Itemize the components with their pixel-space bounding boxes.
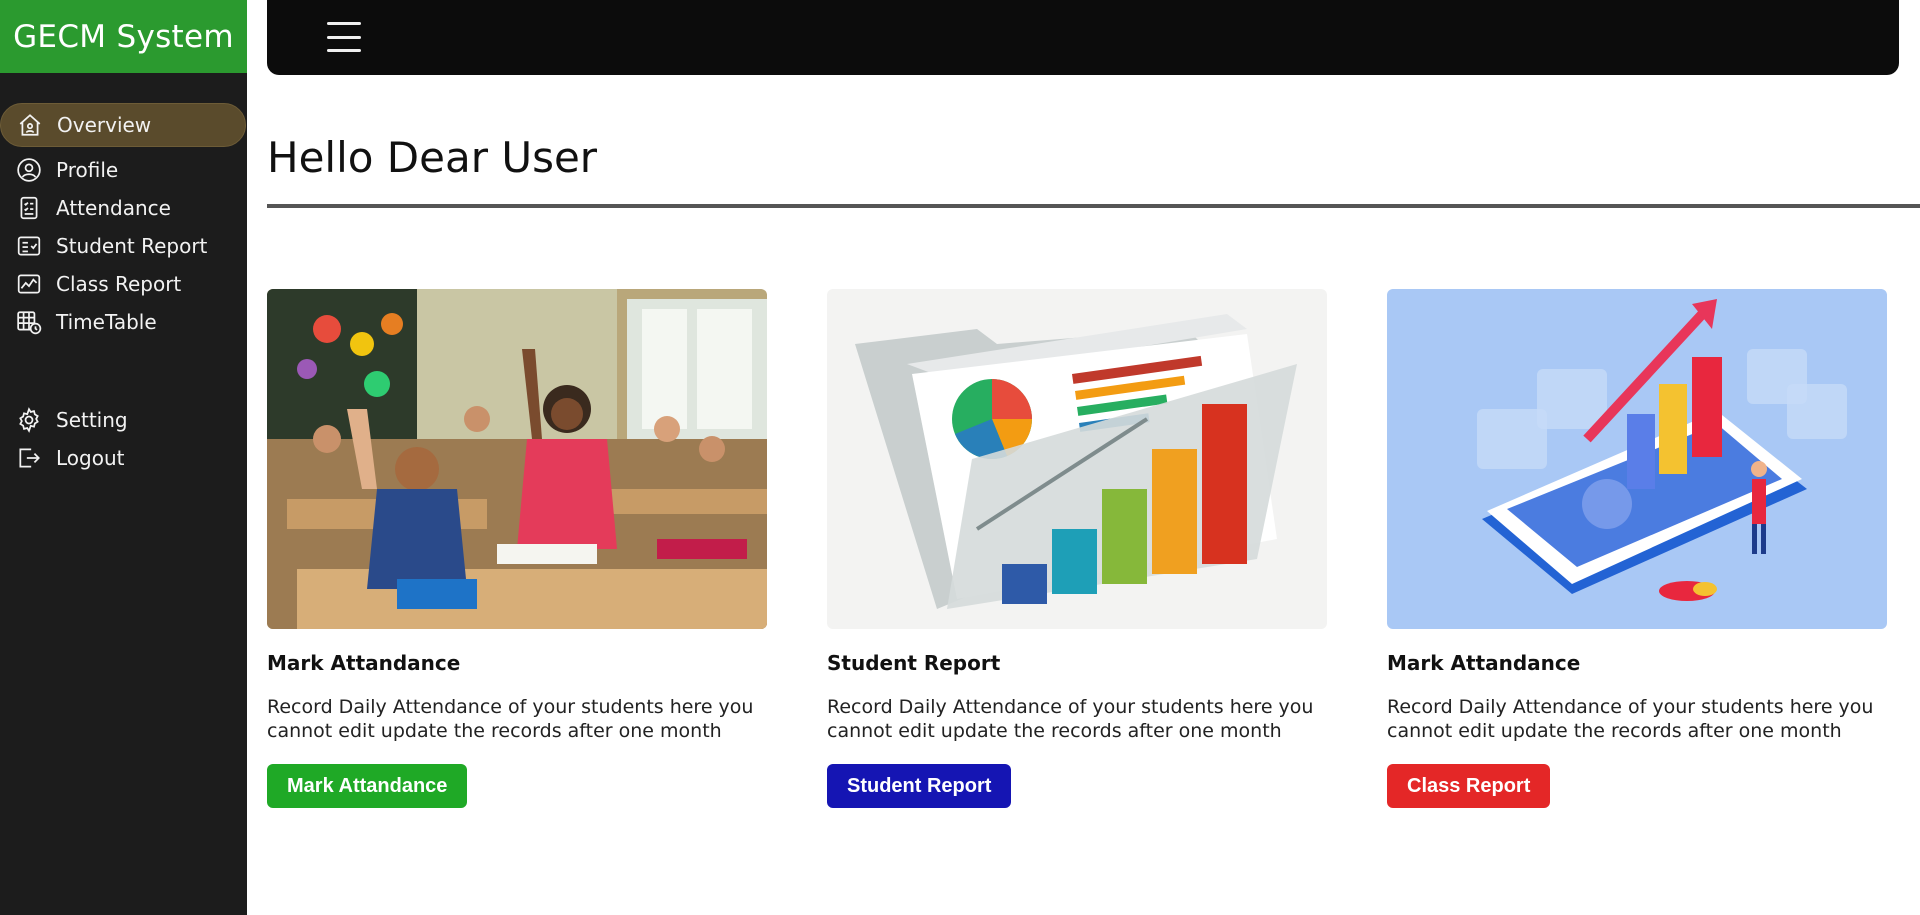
hamburger-icon[interactable] [327, 22, 361, 52]
card-description: Record Daily Attendance of your students… [827, 696, 1314, 742]
sidebar-item-attendance[interactable]: Attendance [0, 189, 247, 227]
sidebar-item-setting[interactable]: Setting [0, 401, 247, 439]
brand-title: GECM System [0, 0, 247, 73]
card-description: Record Daily Attendance of your students… [1387, 696, 1874, 742]
card-title: Student Report [827, 651, 1001, 675]
chart-icon [14, 269, 44, 299]
home-icon [15, 110, 45, 140]
sidebar-item-label: Profile [56, 158, 119, 182]
class-report-button[interactable]: Class Report [1387, 764, 1551, 808]
sidebar: GECM System Overview Profile Attendance … [0, 0, 247, 915]
classroom-photo [267, 289, 767, 629]
report-icon [14, 231, 44, 261]
card-student-report: Student Report Record Daily Attendance o… [827, 289, 1327, 808]
sidebar-nav: Overview Profile Attendance Student Repo… [0, 73, 247, 477]
gear-icon [14, 405, 44, 435]
sidebar-item-student-report[interactable]: Student Report [0, 227, 247, 265]
title-divider [267, 204, 1920, 208]
sidebar-item-label: Overview [57, 113, 152, 137]
user-circle-icon [14, 155, 44, 185]
card-mark-attendance: Mark Attandance Record Daily Attendance … [267, 289, 767, 808]
sidebar-item-overview[interactable]: Overview [0, 103, 246, 147]
sidebar-item-label: Class Report [56, 272, 182, 296]
sidebar-item-label: Setting [56, 408, 128, 432]
sidebar-item-logout[interactable]: Logout [0, 439, 247, 477]
sidebar-item-label: Student Report [56, 234, 208, 258]
card-title: Mark Attandance [267, 651, 461, 675]
sidebar-item-profile[interactable]: Profile [0, 151, 247, 189]
sidebar-spacer [0, 341, 247, 401]
analytics-phone-illustration [1387, 289, 1887, 629]
sidebar-item-class-report[interactable]: Class Report [0, 265, 247, 303]
report-folder-illustration [827, 289, 1327, 629]
top-bar [267, 0, 1899, 75]
sidebar-item-label: Attendance [56, 196, 171, 220]
timetable-icon [14, 307, 44, 337]
card-description: Record Daily Attendance of your students… [267, 696, 754, 742]
student-report-button[interactable]: Student Report [827, 764, 1012, 808]
page-title: Hello Dear User [267, 133, 598, 182]
mark-attendance-button[interactable]: Mark Attandance [267, 764, 468, 808]
card-class-report: Mark Attandance Record Daily Attendance … [1387, 289, 1887, 808]
logout-icon [14, 443, 44, 473]
sidebar-item-label: Logout [56, 446, 125, 470]
sidebar-item-timetable[interactable]: TimeTable [0, 303, 247, 341]
sidebar-item-label: TimeTable [56, 310, 157, 334]
attendance-icon [14, 193, 44, 223]
card-title: Mark Attandance [1387, 651, 1581, 675]
